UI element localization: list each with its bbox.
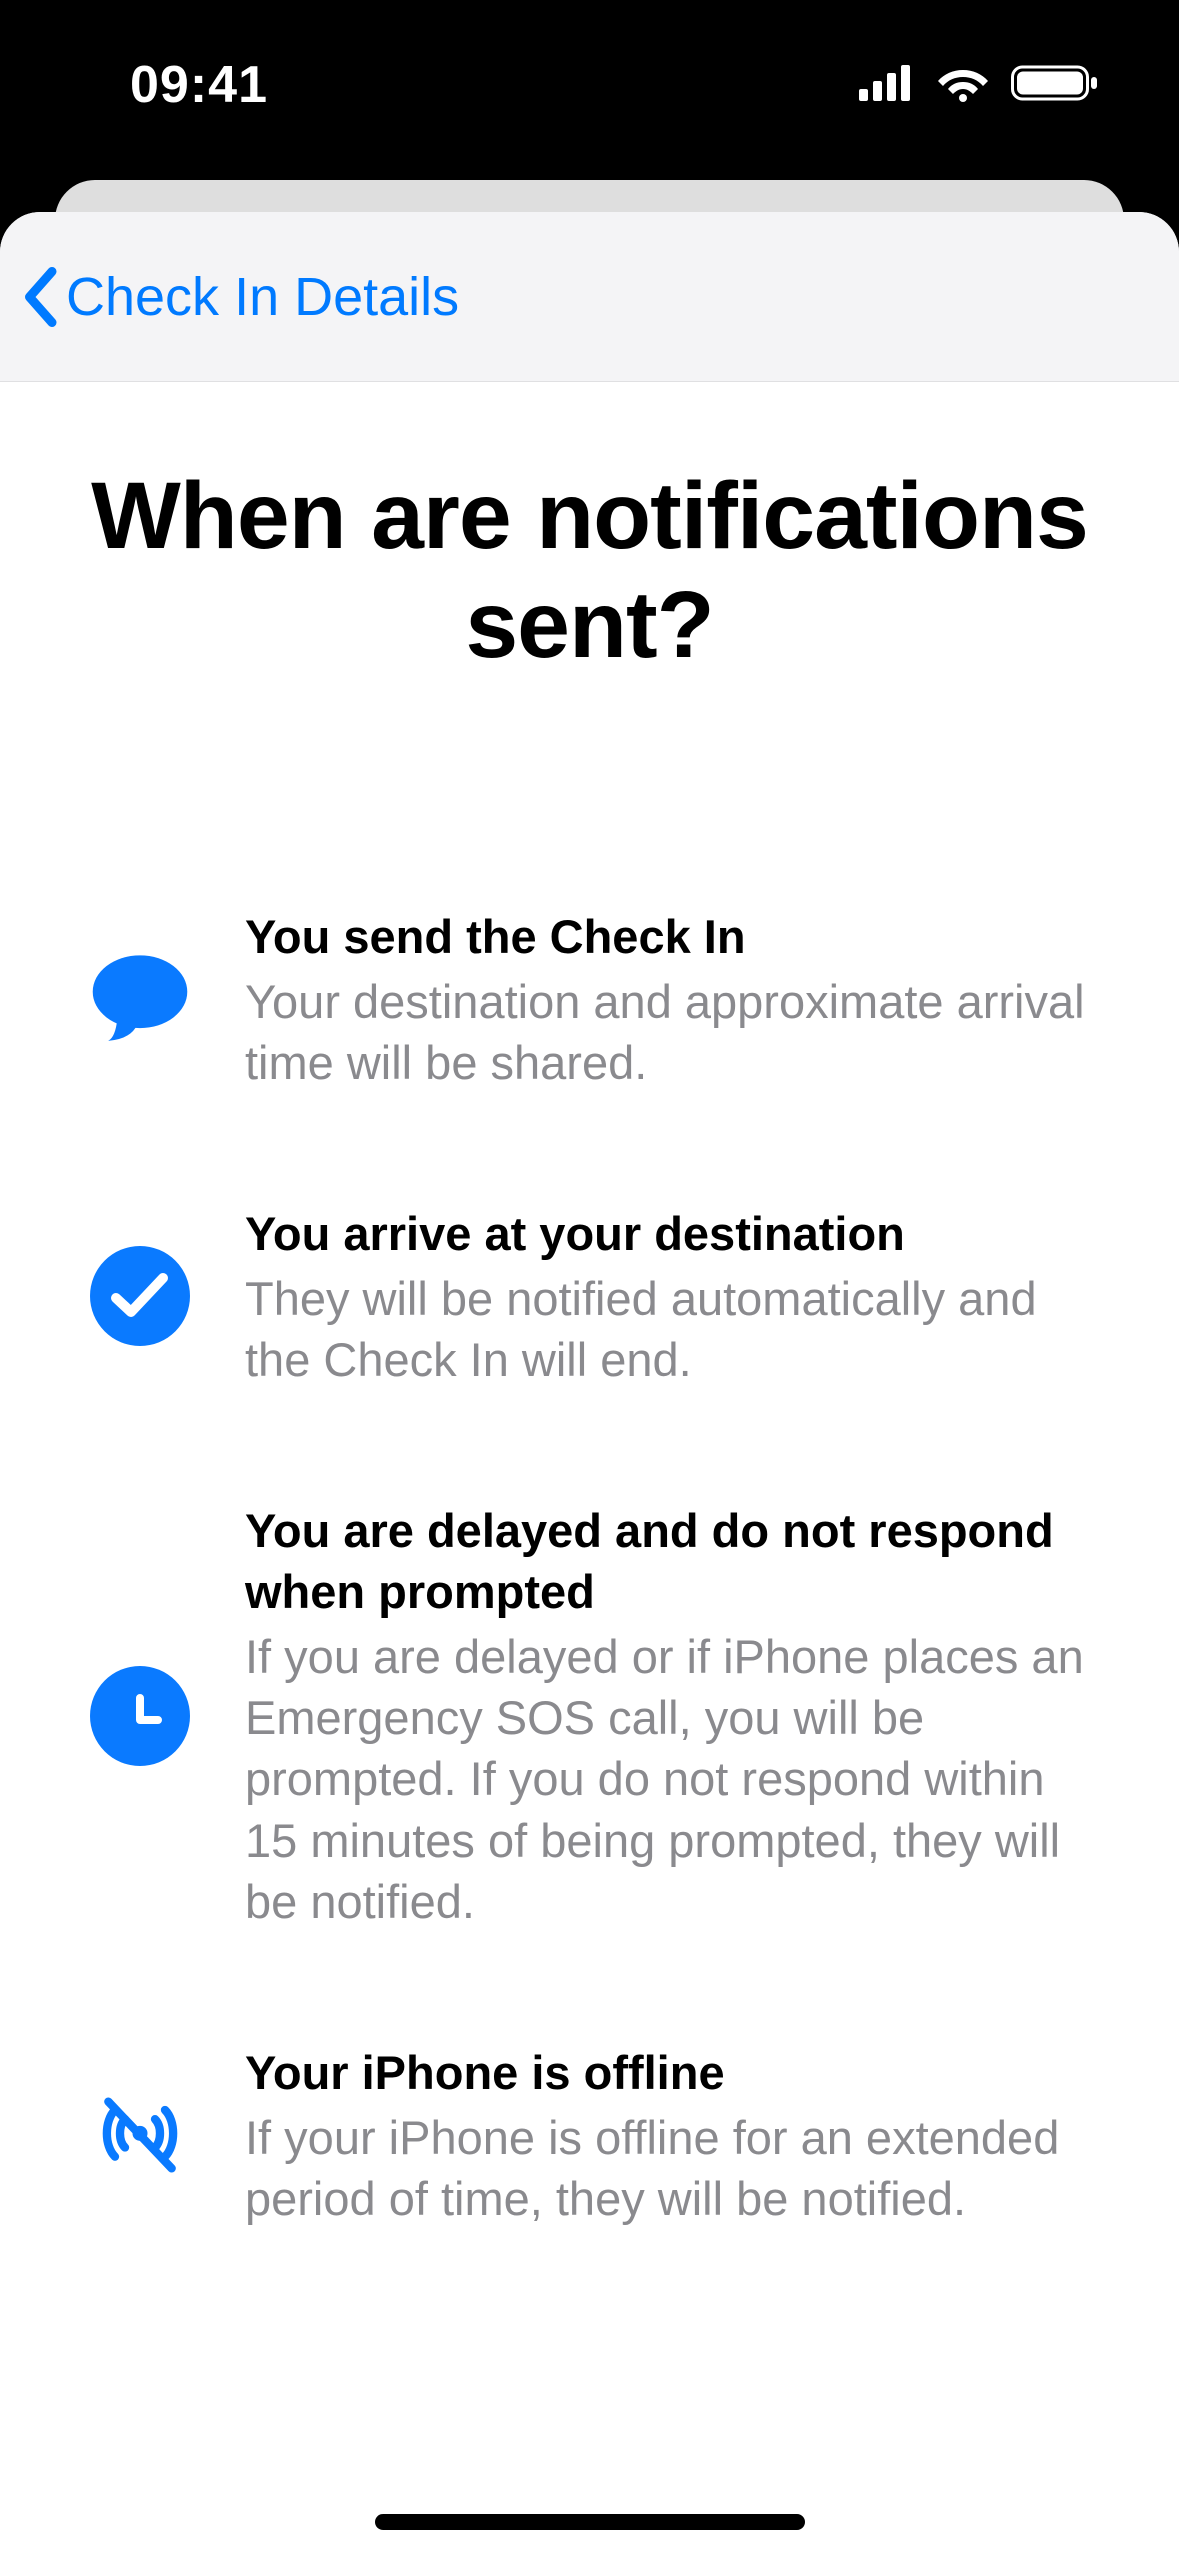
wifi-icon xyxy=(937,64,989,107)
content-scroll[interactable]: When are notifications sent? You send th… xyxy=(0,382,1179,2556)
back-button-label: Check In Details xyxy=(66,266,459,328)
item-description: They will be notified automatically and … xyxy=(245,1268,1089,1390)
info-list: You send the Check In Your destination a… xyxy=(90,906,1089,2230)
page-title: When are notifications sent? xyxy=(90,462,1089,681)
list-item: You send the Check In Your destination a… xyxy=(90,906,1089,1093)
cellular-icon xyxy=(859,65,915,106)
battery-icon xyxy=(1011,63,1099,108)
item-description: If your iPhone is offline for an extende… xyxy=(245,2107,1089,2229)
list-item: You arrive at your destination They will… xyxy=(90,1203,1089,1390)
item-description: If you are delayed or if iPhone places a… xyxy=(245,1626,1089,1931)
item-title: You arrive at your destination xyxy=(245,1203,1089,1264)
navigation-bar: Check In Details xyxy=(0,212,1179,382)
status-time: 09:41 xyxy=(130,55,268,115)
device-frame: 09:41 xyxy=(0,0,1179,2556)
antenna-offline-icon xyxy=(90,2085,190,2185)
back-button[interactable]: Check In Details xyxy=(20,266,459,328)
speech-bubble-icon xyxy=(90,949,190,1049)
status-indicators xyxy=(859,63,1099,108)
modal-sheet: Check In Details When are notifications … xyxy=(0,212,1179,2556)
chevron-left-icon xyxy=(20,267,60,327)
home-indicator[interactable] xyxy=(375,2514,805,2530)
item-title: Your iPhone is offline xyxy=(245,2042,1089,2103)
checkmark-circle-icon xyxy=(90,1246,190,1346)
list-item: You are delayed and do not respond when … xyxy=(90,1500,1089,1932)
item-title: You are delayed and do not respond when … xyxy=(245,1500,1089,1622)
item-title: You send the Check In xyxy=(245,906,1089,967)
list-item: Your iPhone is offline If your iPhone is… xyxy=(90,2042,1089,2229)
item-description: Your destination and approximate arrival… xyxy=(245,971,1089,1093)
status-bar: 09:41 xyxy=(0,0,1179,170)
clock-icon xyxy=(90,1666,190,1766)
